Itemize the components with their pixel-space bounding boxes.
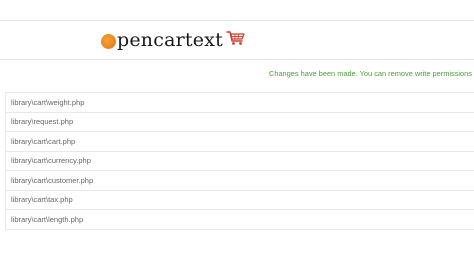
- logo-o-dot-icon: [101, 33, 116, 49]
- list-item: library\cart\currency.php: [5, 151, 474, 171]
- file-path: library\cart\cart.php: [11, 136, 76, 146]
- list-item: library\cart\length.php: [5, 210, 474, 230]
- list-item: library\cart\weight.php: [5, 93, 474, 113]
- list-item: library\cart\tax.php: [5, 190, 474, 210]
- logo-text: pencartext: [117, 29, 223, 51]
- file-path: library\cart\length.php: [11, 214, 84, 224]
- file-path: library\cart\weight.php: [11, 97, 85, 107]
- page: pencartext Changes have been made. You c…: [0, 0, 474, 253]
- file-path: library\cart\customer.php: [11, 175, 94, 185]
- file-path: library\request.php: [11, 117, 74, 127]
- file-path: library\cart\tax.php: [11, 195, 73, 205]
- header-bar: pencartext: [0, 20, 474, 60]
- shopping-cart-icon: [226, 30, 246, 51]
- list-item: library\cart\cart.php: [5, 132, 474, 152]
- success-notice: Changes have been made. You can remove w…: [269, 69, 474, 78]
- list-item: library\request.php: [5, 112, 474, 132]
- modified-files-list: library\cart\weight.php library\request.…: [5, 92, 474, 230]
- list-item: library\cart\customer.php: [5, 171, 474, 191]
- file-path: library\cart\currency.php: [11, 156, 91, 166]
- logo[interactable]: pencartext: [101, 28, 246, 52]
